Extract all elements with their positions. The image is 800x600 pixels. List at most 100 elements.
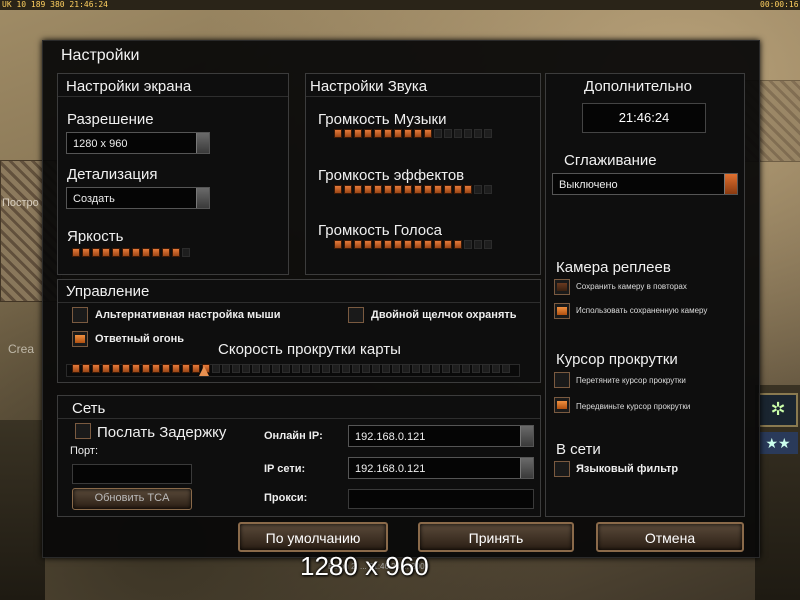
chevron-down-icon[interactable] bbox=[724, 174, 737, 194]
level-segment bbox=[374, 185, 382, 194]
level-segment bbox=[102, 248, 110, 257]
level-segment bbox=[334, 129, 342, 138]
level-segment bbox=[382, 364, 390, 373]
antialiasing-value: Выключено bbox=[559, 179, 618, 191]
chevron-down-icon[interactable] bbox=[520, 458, 533, 478]
top-status-bar: UK 10 189 380 21:46:24 00:00:16 bbox=[0, 0, 800, 10]
level-segment bbox=[292, 364, 300, 373]
level-segment bbox=[474, 129, 482, 138]
online-title: В сети bbox=[556, 441, 601, 458]
level-segment bbox=[332, 364, 340, 373]
alt-mouse-checkbox[interactable] bbox=[72, 307, 88, 323]
compass-icon[interactable]: ✲ bbox=[758, 393, 798, 427]
level-segment bbox=[344, 185, 352, 194]
level-segment bbox=[414, 240, 422, 249]
control-panel: Управление Альтернативная настройка мыши… bbox=[57, 279, 541, 383]
screen-settings-panel: Настройки экрана Разрешение 1280 x 960 Д… bbox=[57, 73, 289, 275]
level-segment bbox=[334, 240, 342, 249]
antialiasing-dropdown[interactable]: Выключено bbox=[552, 173, 738, 195]
detail-dropdown[interactable]: Создать bbox=[66, 187, 210, 209]
resolution-dropdown[interactable]: 1280 x 960 bbox=[66, 132, 210, 154]
scroll-speed-label: Скорость прокрутки карты bbox=[218, 341, 401, 358]
chevron-down-icon[interactable] bbox=[196, 133, 209, 153]
brightness-slider[interactable] bbox=[72, 248, 190, 257]
level-segment bbox=[182, 364, 190, 373]
control-title: Управление bbox=[66, 283, 150, 300]
voice-volume-slider[interactable] bbox=[334, 240, 492, 249]
level-segment bbox=[434, 185, 442, 194]
level-segment bbox=[472, 364, 480, 373]
hud-stats: UK 10 189 380 21:46:24 bbox=[2, 0, 108, 9]
sound-settings-panel: Настройки Звука Громкость Музыки Громкос… bbox=[305, 73, 541, 275]
level-segment bbox=[454, 240, 462, 249]
level-segment bbox=[454, 129, 462, 138]
level-segment bbox=[122, 364, 130, 373]
detail-value: Создать bbox=[73, 193, 115, 205]
level-segment bbox=[432, 364, 440, 373]
drag-cursor-checkbox[interactable] bbox=[554, 372, 570, 388]
proxy-input[interactable] bbox=[348, 489, 534, 509]
online-ip-value: 192.168.0.121 bbox=[355, 431, 426, 443]
language-filter-checkbox[interactable] bbox=[554, 461, 570, 477]
voice-volume-label: Громкость Голоса bbox=[318, 222, 442, 239]
extra-settings-title: Дополнительно bbox=[584, 78, 692, 95]
send-delay-label: Послать Задержку bbox=[97, 424, 227, 441]
scroll-cursor-title: Курсор прокрутки bbox=[556, 351, 678, 368]
level-segment bbox=[484, 240, 492, 249]
level-segment bbox=[402, 364, 410, 373]
save-camera-label: Сохранить камеру в повторах bbox=[576, 282, 687, 291]
return-fire-label: Ответный огонь bbox=[95, 333, 185, 345]
cancel-button[interactable]: Отмена bbox=[596, 522, 744, 552]
level-segment bbox=[364, 129, 372, 138]
accept-button[interactable]: Принять bbox=[418, 522, 574, 552]
star-rank-icon: ★★ bbox=[758, 432, 798, 454]
level-segment bbox=[384, 129, 392, 138]
chevron-down-icon[interactable] bbox=[520, 426, 533, 446]
level-segment bbox=[474, 185, 482, 194]
level-segment bbox=[484, 129, 492, 138]
level-segment bbox=[72, 364, 80, 373]
use-saved-camera-checkbox[interactable] bbox=[554, 303, 570, 319]
chevron-down-icon[interactable] bbox=[196, 188, 209, 208]
level-segment bbox=[442, 364, 450, 373]
resolution-overlay-text: 1280 x 960 bbox=[300, 551, 429, 581]
level-segment bbox=[424, 240, 432, 249]
level-segment bbox=[344, 240, 352, 249]
update-tca-button[interactable]: Обновить TCA bbox=[72, 488, 192, 510]
scroll-speed-slider[interactable] bbox=[72, 364, 510, 373]
level-segment bbox=[414, 185, 422, 194]
level-segment bbox=[252, 364, 260, 373]
move-cursor-checkbox[interactable] bbox=[554, 397, 570, 413]
level-segment bbox=[354, 240, 362, 249]
send-delay-checkbox[interactable] bbox=[75, 423, 91, 439]
level-segment bbox=[102, 364, 110, 373]
sound-settings-title: Настройки Звука bbox=[310, 78, 428, 95]
save-camera-checkbox[interactable] bbox=[554, 279, 570, 295]
effects-volume-slider[interactable] bbox=[334, 185, 492, 194]
level-segment bbox=[434, 240, 442, 249]
effects-volume-label: Громкость эффектов bbox=[318, 167, 465, 184]
lan-ip-dropdown[interactable]: 192.168.0.121 bbox=[348, 457, 534, 479]
scroll-speed-handle[interactable] bbox=[199, 366, 209, 376]
double-click-checkbox[interactable] bbox=[348, 307, 364, 323]
defaults-button[interactable]: По умолчанию bbox=[238, 522, 388, 552]
online-ip-dropdown[interactable]: 192.168.0.121 bbox=[348, 425, 534, 447]
level-segment bbox=[112, 248, 120, 257]
level-segment bbox=[232, 364, 240, 373]
port-label: Порт: bbox=[70, 445, 98, 457]
level-segment bbox=[72, 248, 80, 257]
level-segment bbox=[414, 129, 422, 138]
music-volume-slider[interactable] bbox=[334, 129, 492, 138]
level-segment bbox=[422, 364, 430, 373]
port-input[interactable] bbox=[72, 464, 192, 484]
level-segment bbox=[322, 364, 330, 373]
level-segment bbox=[312, 364, 320, 373]
return-fire-checkbox[interactable] bbox=[72, 331, 88, 347]
alt-mouse-label: Альтернативная настройка мыши bbox=[95, 309, 281, 321]
detail-label: Детализация bbox=[67, 166, 158, 183]
replay-camera-title: Камера реплеев bbox=[556, 259, 671, 276]
level-segment bbox=[92, 364, 100, 373]
level-segment bbox=[172, 248, 180, 257]
level-segment bbox=[212, 364, 220, 373]
level-segment bbox=[492, 364, 500, 373]
